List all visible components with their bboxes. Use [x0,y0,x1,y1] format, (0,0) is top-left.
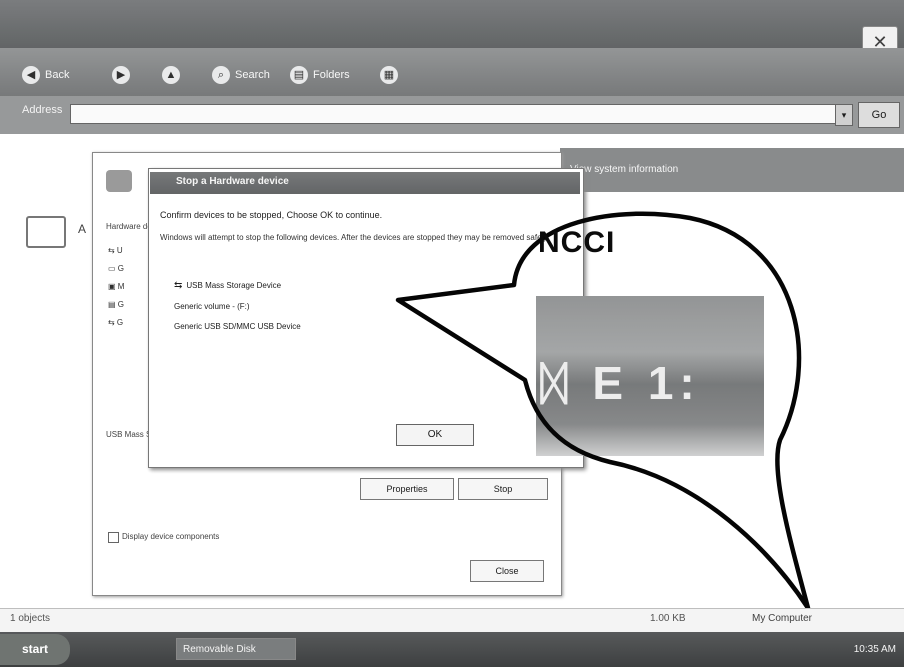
status-objects: 1 objects [10,613,51,624]
taskbar-window-button[interactable]: Removable Disk [176,638,296,660]
status-location: My Computer [752,613,813,624]
callout-bubble [395,211,811,611]
start-button[interactable]: start [0,634,70,665]
callout-caption: NCCI [538,226,616,259]
status-size: 1.00 KB [650,613,686,624]
clock: 10:35 AM [853,644,896,655]
callout-outline [395,211,811,611]
taskbar [0,632,904,667]
